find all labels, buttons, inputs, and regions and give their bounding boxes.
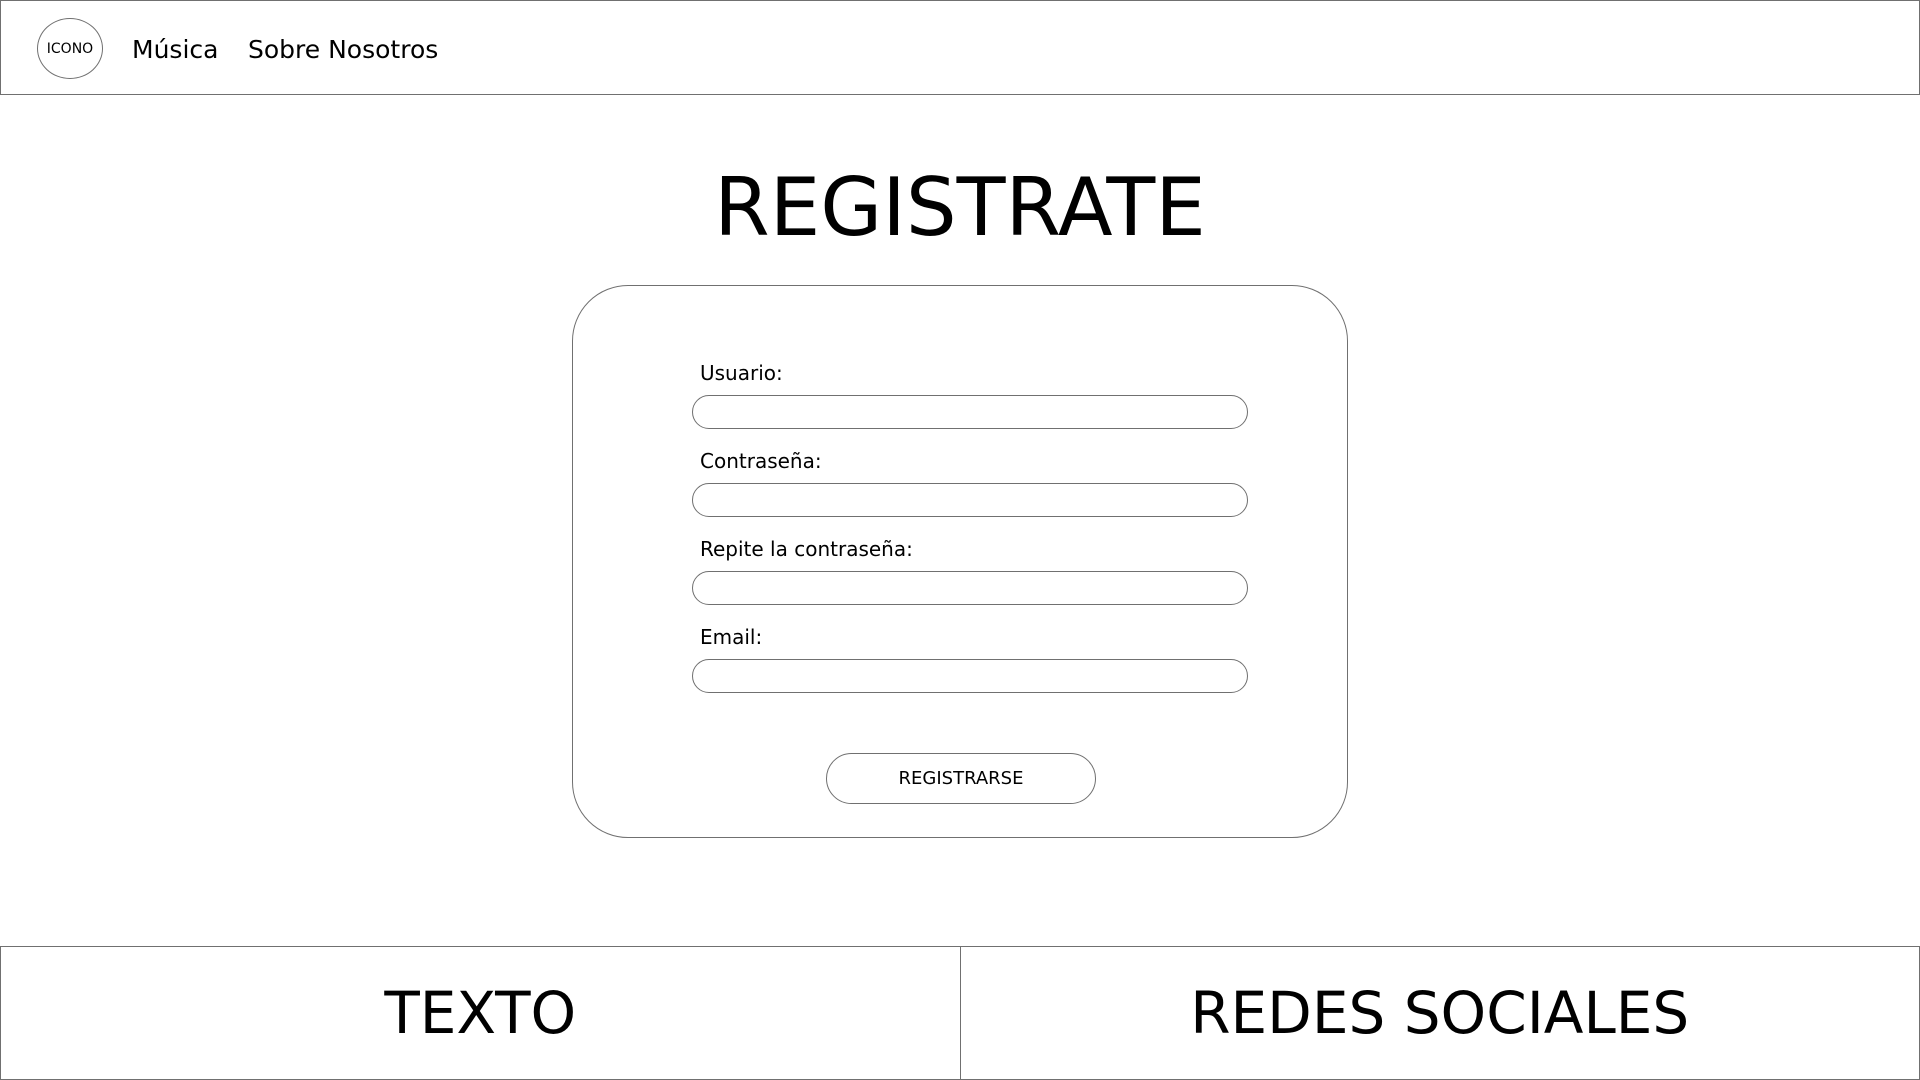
repeat-password-label: Repite la contraseña: <box>700 537 913 561</box>
logo-label: ICONO <box>46 40 94 57</box>
usuario-input[interactable] <box>692 395 1248 429</box>
footer: TEXTO REDES SOCIALES <box>0 946 1920 1080</box>
footer-social-text: REDES SOCIALES <box>1190 979 1690 1047</box>
register-button[interactable]: REGISTRARSE <box>826 753 1096 804</box>
top-nav-bar: ICONO Música Sobre Nosotros <box>0 0 1920 95</box>
repeat-password-input[interactable] <box>692 571 1248 605</box>
footer-text: TEXTO <box>384 979 577 1047</box>
page-title: REGISTRATE <box>714 161 1206 254</box>
email-input[interactable] <box>692 659 1248 693</box>
usuario-label: Usuario: <box>700 361 783 385</box>
password-label: Contraseña: <box>700 449 822 473</box>
nav-link-musica[interactable]: Música <box>132 35 218 65</box>
password-input[interactable] <box>692 483 1248 517</box>
registration-form: Usuario: Contraseña: Repite la contraseñ… <box>572 285 1348 838</box>
email-label: Email: <box>700 625 763 649</box>
logo-icon[interactable]: ICONO <box>37 18 103 79</box>
nav-link-sobre-nosotros[interactable]: Sobre Nosotros <box>248 35 438 65</box>
footer-social-section: REDES SOCIALES <box>959 946 1920 1080</box>
footer-text-section: TEXTO <box>0 946 961 1080</box>
